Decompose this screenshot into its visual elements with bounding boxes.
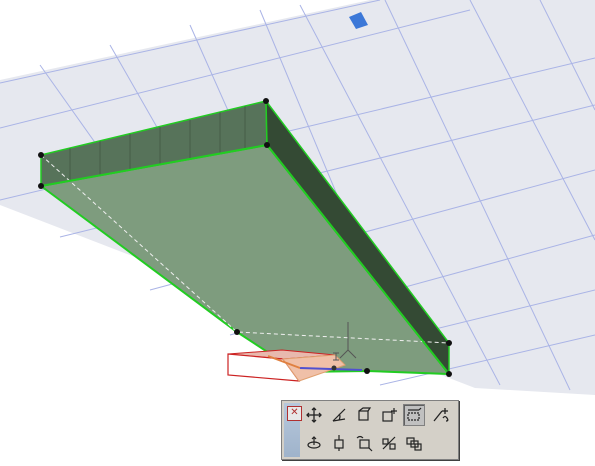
pet-palette: ✕ [281, 400, 459, 460]
mirror-icon [358, 407, 372, 421]
multiply-button[interactable] [403, 432, 425, 454]
mirror-copy-button[interactable] [378, 432, 400, 454]
hotspot-5[interactable] [234, 329, 240, 335]
hotspot-2[interactable] [38, 183, 44, 189]
drag-copy-icon [356, 435, 373, 452]
hotspot-1[interactable] [38, 152, 44, 158]
rotate-icon [332, 408, 346, 422]
rotate-3d-icon [334, 435, 344, 451]
3d-viewport[interactable] [0, 0, 595, 462]
hotspot-3[interactable] [263, 98, 269, 104]
3d-scene[interactable] [0, 0, 595, 462]
magic-wand-icon [433, 408, 449, 422]
mirror-copy-icon [382, 436, 396, 450]
mirror-button[interactable] [353, 404, 375, 426]
rotate-3d-button[interactable] [328, 432, 350, 454]
move-button[interactable] [303, 404, 325, 426]
close-button[interactable]: ✕ [287, 406, 302, 421]
offset-edge-icon [407, 407, 422, 421]
hotspot-4[interactable] [264, 142, 270, 148]
add-to-polygon-button[interactable] [378, 404, 400, 426]
hotspot-8[interactable] [364, 368, 370, 374]
hotspot-7[interactable] [446, 371, 452, 377]
hotspot-9[interactable] [331, 365, 337, 371]
elevate-button[interactable] [303, 432, 325, 454]
offset-edge-button[interactable] [403, 404, 425, 426]
multiply-icon [406, 437, 422, 451]
magic-wand-button[interactable] [430, 404, 452, 426]
move-icon [306, 407, 322, 423]
rotate-button[interactable] [328, 404, 350, 426]
elevate-icon [307, 436, 321, 449]
palette-grip[interactable]: ✕ [284, 403, 302, 457]
drag-copy-button[interactable] [353, 432, 375, 454]
hotspot-6[interactable] [446, 340, 452, 346]
add-to-polygon-icon [382, 408, 397, 422]
